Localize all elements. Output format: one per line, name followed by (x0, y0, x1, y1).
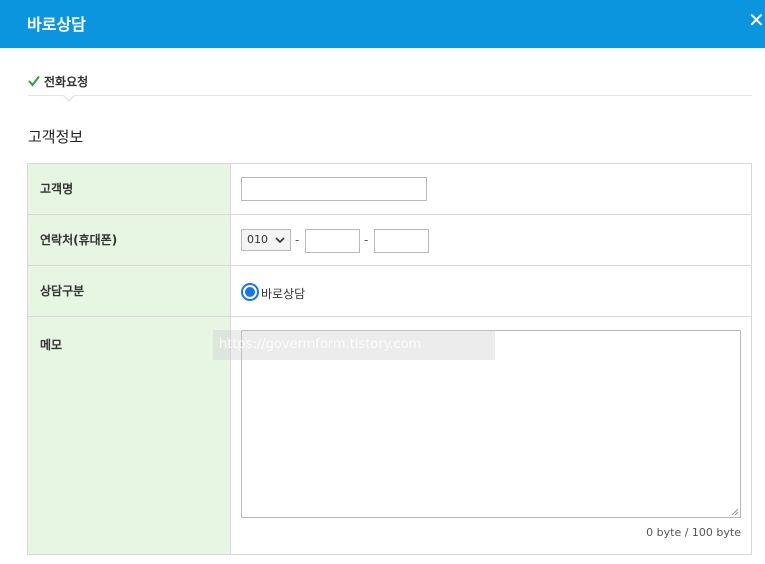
name-label: 고객명 (28, 164, 231, 214)
watermark: https://govermform.tistory.com (213, 330, 495, 360)
phone-separator-2: - (364, 233, 369, 247)
memo-label: 메모 (28, 317, 231, 554)
section-title: 고객정보 (28, 128, 84, 146)
name-input[interactable] (241, 177, 427, 201)
chevron-down-icon (275, 237, 285, 244)
phone-last-input[interactable] (374, 229, 429, 253)
tab-label: 전화요청 (44, 74, 89, 89)
phone-prefix-value: 010 (247, 233, 268, 246)
row-phone: 연락처(휴대폰) 010 - - (28, 215, 751, 266)
consult-type-radio[interactable] (241, 283, 259, 301)
tab-pointer (62, 94, 76, 102)
dialog-header: 바로상담 ✕ (0, 0, 765, 48)
resize-grip-icon[interactable] (730, 507, 738, 515)
consult-type-label: 상담구분 (28, 266, 231, 316)
byte-counter: 0 byte / 100 byte (646, 526, 741, 539)
check-icon (28, 75, 40, 87)
phone-label: 연락처(휴대폰) (28, 215, 231, 265)
phone-separator-1: - (295, 233, 300, 247)
close-icon[interactable]: ✕ (748, 9, 765, 31)
consult-type-option-label[interactable]: 바로상담 (261, 285, 305, 302)
phone-middle-input[interactable] (305, 229, 360, 253)
tab-divider (28, 95, 752, 96)
dialog-title: 바로상담 (27, 15, 86, 34)
phone-prefix-select[interactable]: 010 (241, 229, 291, 251)
row-name: 고객명 (28, 164, 751, 215)
row-consult-type: 상담구분 바로상담 (28, 266, 751, 317)
tab-phone-request[interactable]: 전화요청 (28, 72, 88, 90)
